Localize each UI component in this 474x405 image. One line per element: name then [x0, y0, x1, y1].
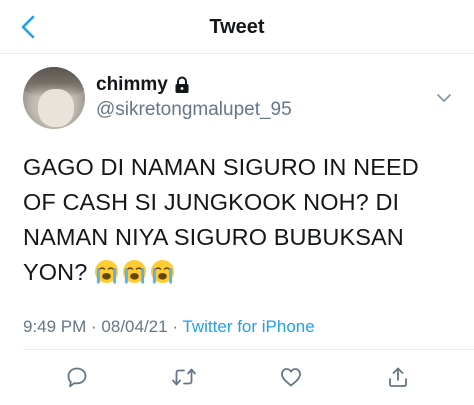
reply-icon — [67, 367, 87, 388]
tweet-time: 9:49 PM — [23, 317, 87, 336]
lock-icon — [175, 76, 189, 93]
tweet-text-line: OF CASH SI JUNGKOOK NOH? DI — [23, 189, 400, 215]
like-button[interactable] — [278, 364, 304, 390]
loudly-crying-face-icon — [95, 259, 119, 284]
page-title: Tweet — [209, 16, 265, 38]
tweet-meta: 9:49 PM · 08/04/21 · Twitter for iPhone — [23, 317, 315, 337]
like-icon — [281, 368, 301, 387]
author-name-row[interactable]: chimmy — [96, 74, 190, 96]
tweet-page: Tweet chimmy @sikretongmalupet_95 GAGO D… — [0, 0, 474, 405]
emoji-group — [94, 259, 178, 285]
author-handle[interactable]: @sikretongmalupet_95 — [96, 99, 292, 121]
loudly-crying-face-icon — [151, 259, 175, 284]
avatar[interactable] — [23, 67, 85, 129]
tweet-date: 08/04/21 — [101, 317, 168, 336]
meta-separator: · — [86, 317, 102, 336]
retweet-icon — [172, 368, 196, 386]
tweet-text-line: NAMAN NIYA SIGURO BUBUKSAN — [23, 224, 404, 250]
chevron-down-icon — [437, 94, 451, 102]
tweet-text-line: GAGO DI NAMAN SIGURO IN NEED — [23, 154, 419, 180]
tweet-source-link[interactable]: Twitter for iPhone — [182, 317, 314, 336]
top-bar: Tweet — [0, 0, 474, 54]
meta-separator: · — [167, 317, 183, 336]
display-name: chimmy — [96, 74, 168, 95]
tweet-text-last-line: YON? — [23, 255, 463, 290]
tweet-text-line: YON? — [23, 259, 88, 285]
share-icon — [389, 367, 407, 387]
divider — [23, 349, 474, 350]
tweet-text: GAGO DI NAMAN SIGURO IN NEED OF CASH SI … — [23, 150, 463, 290]
reply-button[interactable] — [64, 364, 90, 390]
retweet-button[interactable] — [171, 364, 197, 390]
share-button[interactable] — [385, 364, 411, 390]
more-options-button[interactable] — [434, 88, 454, 108]
loudly-crying-face-icon — [123, 259, 147, 284]
